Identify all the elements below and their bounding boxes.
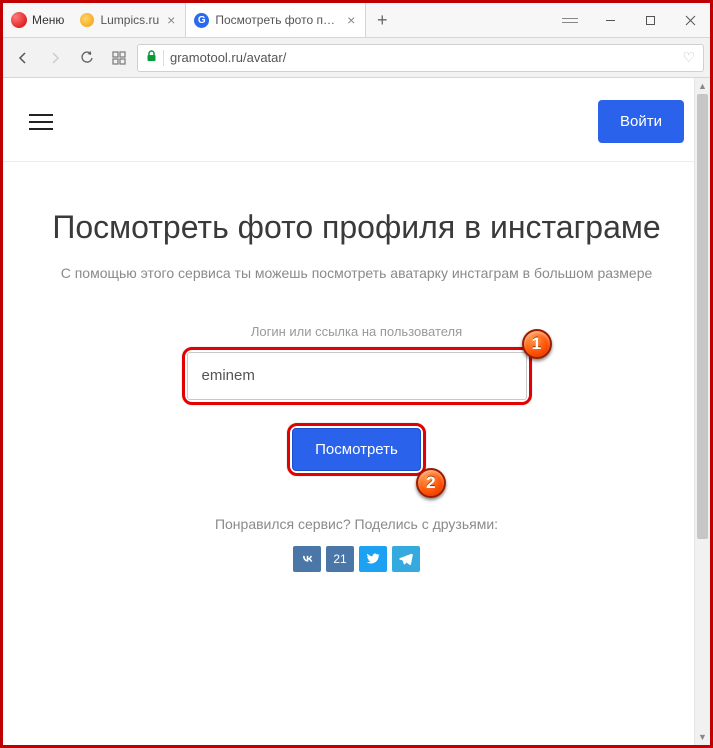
- tab-gramotool[interactable]: G Посмотреть фото профи ×: [186, 3, 366, 37]
- scroll-up-icon[interactable]: ▲: [695, 78, 710, 94]
- site-header: Войти: [3, 78, 710, 162]
- share-section: Понравился сервис? Поделись с друзьями: …: [3, 516, 710, 612]
- login-button[interactable]: Войти: [598, 100, 684, 143]
- lumpics-favicon-icon: [80, 13, 94, 27]
- opera-menu-label: Меню: [32, 13, 64, 27]
- submit-button[interactable]: Посмотреть: [292, 428, 421, 471]
- separator: [163, 50, 164, 66]
- browser-titlebar: Меню Lumpics.ru × G Посмотреть фото проф…: [3, 3, 710, 38]
- tab-lumpics[interactable]: Lumpics.ru ×: [72, 3, 186, 37]
- minimize-button[interactable]: [590, 3, 630, 38]
- scroll-down-icon[interactable]: ▼: [695, 729, 710, 745]
- close-icon[interactable]: ×: [165, 13, 177, 27]
- step-badge-1: 1: [522, 329, 552, 359]
- input-label: Логин или ссылка на пользователя: [251, 324, 462, 339]
- opera-logo-icon: [11, 12, 27, 28]
- speed-dial-button[interactable]: [105, 44, 133, 72]
- scroll-track[interactable]: [695, 94, 710, 729]
- address-bar: gramotool.ru/avatar/ ♡: [3, 38, 710, 78]
- forward-button[interactable]: [41, 44, 69, 72]
- vertical-scrollbar[interactable]: ▲ ▼: [694, 78, 710, 745]
- tab-title: Посмотреть фото профи: [215, 13, 339, 27]
- lookup-form: Логин или ссылка на пользователя 1 Посмо…: [3, 304, 710, 476]
- page-subtitle: С помощью этого сервиса ты можешь посмот…: [57, 263, 657, 284]
- close-window-button[interactable]: [670, 3, 710, 38]
- page-title: Посмотреть фото профиля в инстаграме: [33, 207, 680, 249]
- url-field[interactable]: gramotool.ru/avatar/ ♡: [137, 44, 704, 72]
- share-text: Понравился сервис? Поделись с друзьями:: [3, 516, 710, 532]
- bookmark-heart-icon[interactable]: ♡: [682, 49, 695, 66]
- callout-frame-1: [182, 347, 532, 405]
- url-text: gramotool.ru/avatar/: [170, 50, 286, 65]
- hero-section: Посмотреть фото профиля в инстаграме С п…: [3, 162, 710, 304]
- maximize-button[interactable]: [630, 3, 670, 38]
- new-tab-button[interactable]: +: [366, 3, 398, 37]
- lock-icon: [146, 50, 157, 65]
- step-badge-2: 2: [416, 468, 446, 498]
- gramotool-favicon-icon: G: [194, 13, 209, 28]
- page-viewport: Войти Посмотреть фото профиля в инстагра…: [3, 78, 710, 745]
- scroll-thumb[interactable]: [697, 94, 708, 539]
- share-twitter-button[interactable]: [359, 546, 387, 572]
- tabs-strip: Lumpics.ru × G Посмотреть фото профи × +: [72, 3, 550, 37]
- callout-frame-2: Посмотреть: [287, 423, 426, 476]
- opera-menu-button[interactable]: Меню: [3, 3, 72, 37]
- username-input[interactable]: [187, 352, 527, 400]
- share-vk-button[interactable]: [293, 546, 321, 572]
- share-telegram-button[interactable]: [392, 546, 420, 572]
- share-vk-count: 21: [326, 546, 353, 572]
- close-icon[interactable]: ×: [345, 13, 357, 27]
- tab-menu-button[interactable]: [550, 3, 590, 37]
- back-button[interactable]: [9, 44, 37, 72]
- hamburger-menu-button[interactable]: [29, 114, 53, 130]
- tab-title: Lumpics.ru: [100, 13, 159, 27]
- reload-button[interactable]: [73, 44, 101, 72]
